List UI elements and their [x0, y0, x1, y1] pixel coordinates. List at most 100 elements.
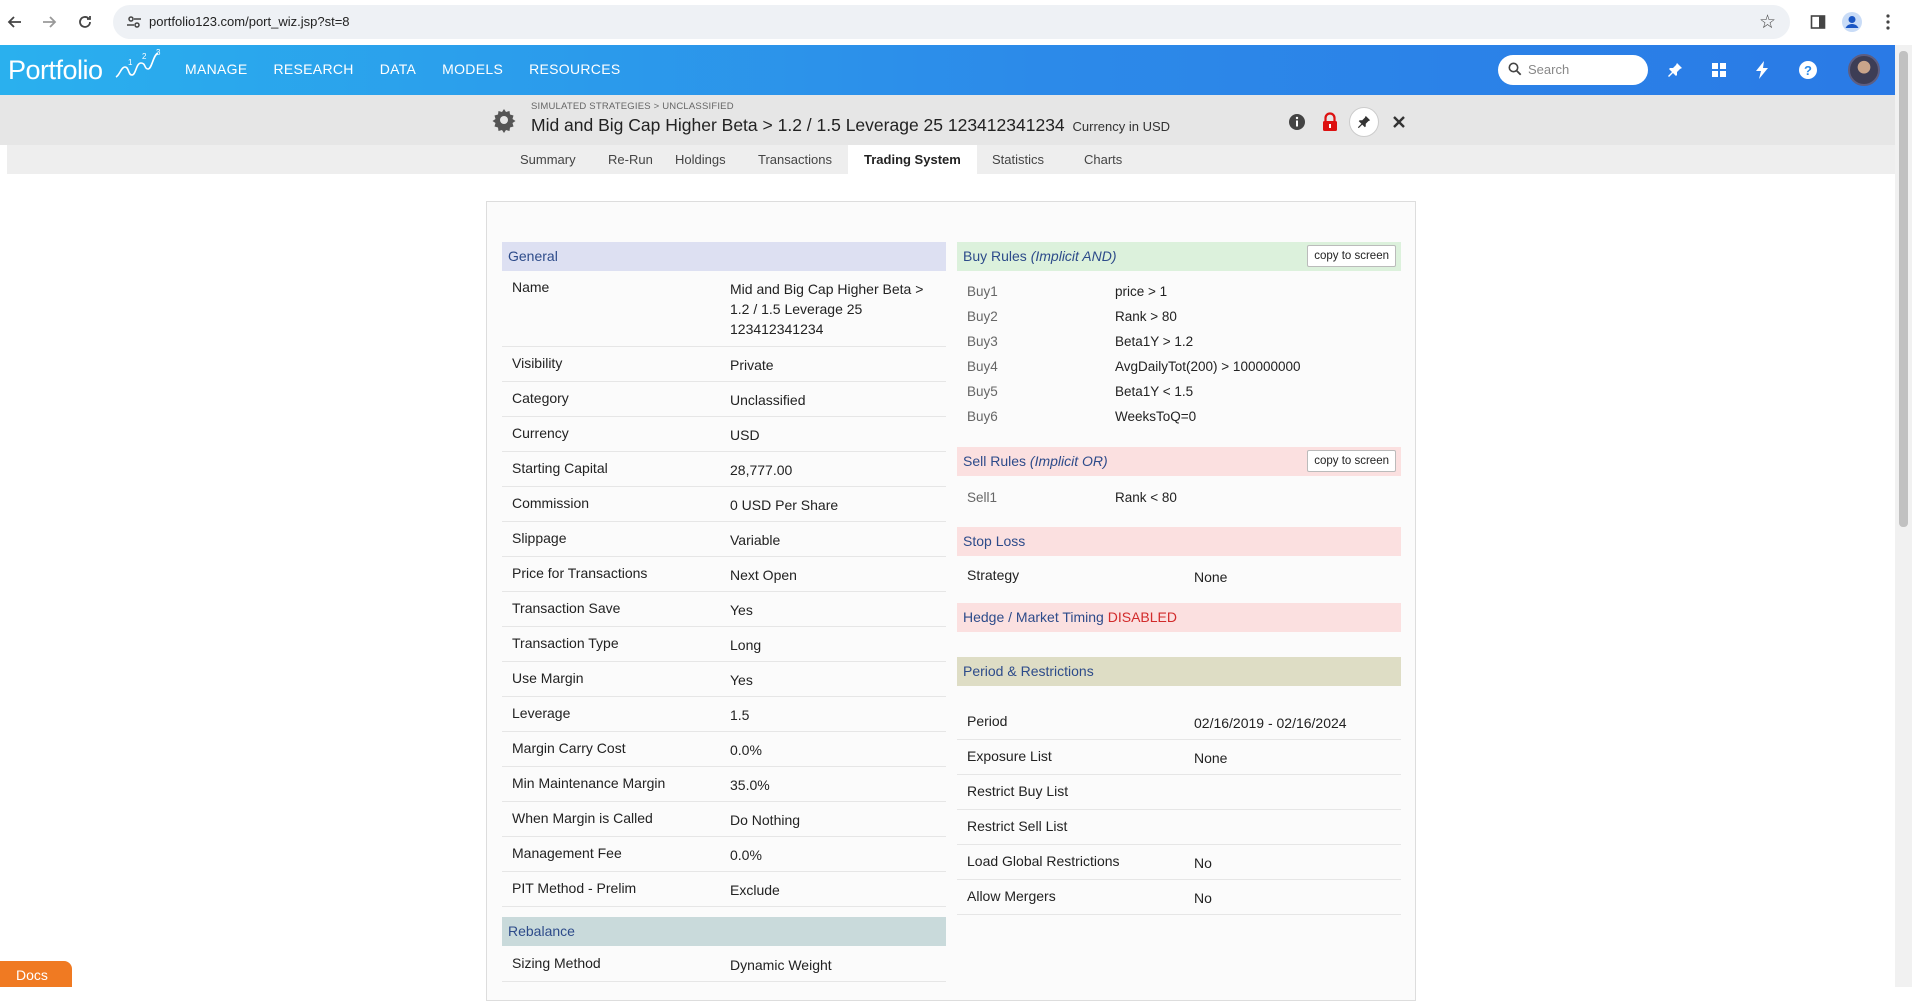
page-scrollbar[interactable]: [1895, 45, 1912, 987]
tab-statistics[interactable]: Statistics: [976, 145, 1060, 174]
menu-research[interactable]: RESEARCH: [273, 61, 353, 77]
scrollbar-thumb[interactable]: [1899, 51, 1908, 527]
buy-rule-label: Buy6: [967, 409, 998, 424]
back-arrow-icon[interactable]: [2, 9, 28, 35]
buy-rule-value: Beta1Y > 1.2: [1115, 334, 1194, 349]
main-menu: MANAGE RESEARCH DATA MODELS RESOURCES: [185, 61, 646, 77]
period-row-value: 02/16/2019 - 02/16/2024: [1194, 715, 1347, 731]
buy-rule: Buy5 Beta1Y < 1.5: [957, 384, 1401, 409]
tab-transactions[interactable]: Transactions: [742, 145, 848, 174]
buy-rule-label: Buy1: [967, 284, 998, 299]
general-row: Management Fee 0.0%: [502, 837, 946, 872]
general-row-value: Long: [730, 637, 762, 653]
general-row-value: 28,777.00: [730, 462, 793, 478]
period-row: Period 02/16/2019 - 02/16/2024: [957, 705, 1401, 740]
sell-rule-value: Rank < 80: [1115, 490, 1177, 505]
profile-icon[interactable]: [1840, 10, 1864, 34]
general-row-value: Next Open: [730, 567, 797, 583]
avatar[interactable]: [1848, 54, 1880, 86]
period-row-label: Load Global Restrictions: [967, 853, 1120, 869]
copy-sell-rules-button[interactable]: copy to screen: [1307, 450, 1396, 472]
stop-loss-row-value: None: [1194, 569, 1228, 585]
pin-icon[interactable]: [1663, 58, 1687, 82]
search-input[interactable]: Search: [1528, 62, 1569, 77]
pin-strategy-button[interactable]: [1349, 107, 1379, 137]
general-row-label: Category: [512, 390, 569, 406]
buy-rule-value: price > 1: [1115, 284, 1168, 299]
bolt-icon[interactable]: [1750, 58, 1774, 82]
app-header: Portfolio 1 2 3 MANAGE RESEARCH DATA MOD…: [0, 45, 1895, 95]
buy-rule-value: Rank > 80: [1115, 309, 1177, 324]
buy-rule-label: Buy4: [967, 359, 998, 374]
buy-rule-value: WeeksToQ=0: [1115, 409, 1197, 424]
tab-rerun[interactable]: Re-Run: [592, 145, 669, 174]
general-row: PIT Method - Prelim Exclude: [502, 872, 946, 907]
url-text[interactable]: portfolio123.com/port_wiz.jsp?st=8: [149, 14, 350, 29]
section-rebalance-header: Rebalance: [502, 917, 946, 946]
menu-models[interactable]: MODELS: [442, 61, 503, 77]
menu-data[interactable]: DATA: [380, 61, 416, 77]
buy-rule: Buy6 WeeksToQ=0: [957, 409, 1401, 434]
section-general-header: General: [502, 242, 946, 271]
general-row: Margin Carry Cost 0.0%: [502, 732, 946, 767]
tab-charts[interactable]: Charts: [1068, 145, 1138, 174]
search-box[interactable]: Search: [1498, 55, 1648, 85]
browser-chrome: portfolio123.com/port_wiz.jsp?st=8 ☆: [0, 0, 1912, 45]
general-row-value: Mid and Big Cap Higher Beta > 1.2 / 1.5 …: [730, 281, 924, 337]
general-row-value: 35.0%: [730, 777, 770, 793]
sidepanel-icon[interactable]: [1806, 10, 1830, 34]
copy-buy-rules-button[interactable]: copy to screen: [1307, 245, 1396, 267]
info-icon[interactable]: [1286, 111, 1308, 133]
section-stop-loss-header: Stop Loss: [957, 527, 1401, 556]
general-row-value: Do Nothing: [730, 812, 801, 828]
period-row-value: None: [1194, 750, 1228, 766]
docs-button[interactable]: Docs: [0, 961, 72, 987]
close-icon[interactable]: [1388, 111, 1410, 133]
grid-apps-icon[interactable]: [1707, 58, 1731, 82]
menu-resources[interactable]: RESOURCES: [529, 61, 620, 77]
general-row: Category Unclassified: [502, 382, 946, 417]
buy-rule-label: Buy3: [967, 334, 998, 349]
general-row-label: Slippage: [512, 530, 567, 546]
page-title: Mid and Big Cap Higher Beta > 1.2 / 1.5 …: [531, 115, 1171, 135]
buy-rule-label: Buy2: [967, 309, 998, 324]
hedge-status: DISABLED: [1107, 609, 1177, 625]
menu-manage[interactable]: MANAGE: [185, 61, 247, 77]
general-row-label: Management Fee: [512, 845, 622, 861]
general-row-label: Min Maintenance Margin: [512, 775, 666, 791]
breadcrumb[interactable]: SIMULATED STRATEGIES > UNCLASSIFIED: [531, 101, 734, 112]
tab-trading-system[interactable]: Trading System: [848, 145, 977, 174]
svg-text:1: 1: [128, 58, 133, 67]
period-row: Restrict Sell List: [957, 810, 1401, 845]
address-bar[interactable]: portfolio123.com/port_wiz.jsp?st=8 ☆: [113, 5, 1790, 39]
section-sell-rules-header: Sell Rules (Implicit OR) copy to screen: [957, 447, 1401, 476]
buy-rule: Buy3 Beta1Y > 1.2: [957, 334, 1401, 359]
site-settings-icon[interactable]: [125, 13, 143, 31]
tab-summary[interactable]: Summary: [504, 145, 592, 174]
sell-rule: Sell1 Rank < 80: [957, 490, 1401, 515]
general-row-value: 0.0%: [730, 742, 762, 758]
general-row-value: Yes: [730, 672, 753, 688]
forward-arrow-icon[interactable]: [36, 9, 62, 35]
svg-text:2: 2: [142, 52, 147, 61]
reload-icon[interactable]: [72, 9, 98, 35]
stop-loss-row-label: Strategy: [967, 567, 1020, 583]
general-row-value: 0 USD Per Share: [730, 497, 839, 513]
bookmark-star-icon[interactable]: ☆: [1759, 11, 1776, 34]
general-row-label: When Margin is Called: [512, 810, 653, 826]
general-row-label: Name: [512, 279, 550, 295]
section-period-header: Period & Restrictions: [957, 657, 1401, 686]
tab-holdings[interactable]: Holdings: [659, 145, 742, 174]
general-row-label: Transaction Save: [512, 600, 621, 616]
kebab-menu-icon[interactable]: [1876, 10, 1900, 34]
help-icon[interactable]: ?: [1796, 58, 1820, 82]
period-row: Exposure List None: [957, 740, 1401, 775]
general-row-value: 0.0%: [730, 847, 762, 863]
general-row-value: Unclassified: [730, 392, 806, 408]
lock-icon[interactable]: [1319, 111, 1341, 133]
portfolio123-logo[interactable]: Portfolio 1 2 3: [8, 49, 162, 86]
gear-icon[interactable]: [491, 107, 517, 133]
period-row-label: Exposure List: [967, 748, 1052, 764]
general-row-label: Currency: [512, 425, 569, 441]
general-row: Commission 0 USD Per Share: [502, 487, 946, 522]
